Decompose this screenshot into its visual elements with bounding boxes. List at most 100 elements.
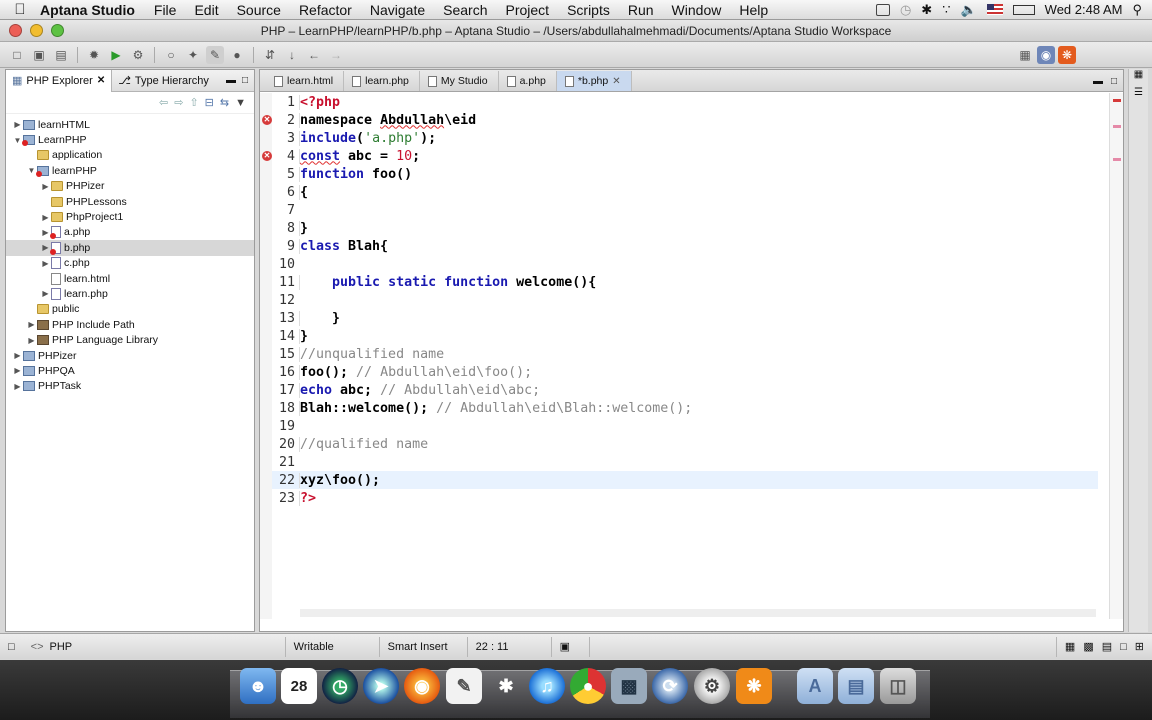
menu-window[interactable]: Window bbox=[663, 2, 731, 18]
tree-item[interactable]: ▶ PHP Include Path bbox=[6, 317, 254, 332]
wand-icon[interactable]: ✦ bbox=[184, 46, 202, 64]
chrome-icon[interactable]: ● bbox=[570, 668, 606, 704]
code-line[interactable]: 17 echo abc; // Abdullah\eid\abc; bbox=[272, 381, 1098, 399]
tree-item[interactable]: ▶ a.php bbox=[6, 225, 254, 240]
editor-tab[interactable]: learn.html bbox=[266, 71, 345, 91]
firefox-icon[interactable]: ◉ bbox=[404, 668, 440, 704]
tab-type-hierarchy[interactable]: ⎇ Type Hierarchy bbox=[112, 70, 215, 92]
php-perspective-icon[interactable]: ◉ bbox=[1037, 45, 1055, 64]
code-line[interactable]: 18 Blah::welcome(); // Abdullah\eid\Blah:… bbox=[272, 399, 1098, 417]
web-perspective-icon[interactable]: ❋ bbox=[1058, 45, 1076, 64]
aptana-icon[interactable]: ❋ bbox=[736, 668, 772, 704]
tree-item[interactable]: ▶ PHPizer bbox=[6, 348, 254, 363]
code-line[interactable]: 13 } bbox=[272, 309, 1098, 327]
time-machine-icon[interactable]: ◷ bbox=[322, 668, 358, 704]
save-icon[interactable]: ▣ bbox=[30, 46, 48, 64]
editor-tab[interactable]: learn.php bbox=[344, 71, 420, 91]
overview-ruler[interactable] bbox=[1109, 93, 1123, 619]
debug-icon[interactable]: ✹ bbox=[85, 46, 103, 64]
tree-item[interactable]: learn.html bbox=[6, 271, 254, 286]
bluetooth-exchange-icon[interactable]: ✱ bbox=[488, 668, 524, 704]
tree-item[interactable]: ▶ PHPTask bbox=[6, 379, 254, 394]
view-menu-icon[interactable]: ▼ bbox=[235, 97, 246, 109]
collapsed-twisty-icon[interactable]: ▶ bbox=[26, 320, 37, 329]
time-machine-icon[interactable]: ◷ bbox=[900, 2, 911, 18]
apple-menu-icon[interactable]:  bbox=[0, 1, 40, 18]
code-line[interactable]: 7 bbox=[272, 201, 1098, 219]
app-menu[interactable]: Aptana Studio bbox=[40, 2, 135, 18]
new-icon[interactable]: □ bbox=[8, 46, 26, 64]
collapsed-twisty-icon[interactable]: ▶ bbox=[12, 120, 23, 129]
volume-icon[interactable]: 🔈 bbox=[960, 2, 976, 18]
maximize-view-icon[interactable]: □ bbox=[242, 75, 248, 86]
menu-navigate[interactable]: Navigate bbox=[361, 2, 434, 18]
close-tab-icon[interactable]: ✕ bbox=[612, 76, 620, 87]
forward-icon[interactable]: ⇨ bbox=[174, 96, 183, 109]
code-area[interactable]: ✕ ✕ 1 <?php 2 namespace Abdullah\eid 3 include… bbox=[260, 93, 1098, 619]
error-overview-mark[interactable] bbox=[1113, 99, 1121, 102]
code-line[interactable]: 5 function foo() bbox=[272, 165, 1098, 183]
menu-scripts[interactable]: Scripts bbox=[558, 2, 619, 18]
code-line[interactable]: 1 <?php bbox=[272, 93, 1098, 111]
tree-item[interactable]: application bbox=[6, 148, 254, 163]
tree-item[interactable]: ▼ learnPHP bbox=[6, 163, 254, 178]
trim-icon[interactable]: ▤ bbox=[1102, 640, 1112, 653]
menu-project[interactable]: Project bbox=[496, 2, 558, 18]
applications-folder-icon[interactable]: A bbox=[797, 668, 833, 704]
collapse-all-icon[interactable]: ⊟ bbox=[205, 96, 214, 109]
editor-tab[interactable]: *b.php ✕ bbox=[556, 71, 632, 91]
trim-icon[interactable]: ▦ bbox=[1065, 640, 1075, 653]
wifi-icon[interactable]: ∵ bbox=[942, 2, 950, 18]
code-line[interactable]: 2 namespace Abdullah\eid bbox=[272, 111, 1098, 129]
input-source-flag-icon[interactable] bbox=[986, 4, 1003, 15]
menu-file[interactable]: File bbox=[145, 2, 186, 18]
menu-run[interactable]: Run bbox=[619, 2, 663, 18]
open-type-icon[interactable]: ○ bbox=[162, 46, 180, 64]
collapsed-twisty-icon[interactable]: ▶ bbox=[40, 289, 51, 298]
system-utility-icon[interactable]: ⚙ bbox=[694, 668, 730, 704]
collapsed-twisty-icon[interactable]: ▶ bbox=[40, 213, 51, 222]
code-line[interactable]: 4 const abc = 10; bbox=[272, 147, 1098, 165]
menu-help[interactable]: Help bbox=[730, 2, 777, 18]
tree-item[interactable]: ▶ PhpProject1 bbox=[6, 209, 254, 224]
trash-icon[interactable]: ◫ bbox=[880, 668, 916, 704]
safari-icon[interactable]: ➤ bbox=[363, 668, 399, 704]
code-line[interactable]: 20 //qualified name bbox=[272, 435, 1098, 453]
globe-icon[interactable]: ● bbox=[228, 46, 246, 64]
forward-icon[interactable]: → bbox=[327, 46, 345, 64]
code-line[interactable]: 8} bbox=[272, 219, 1098, 237]
preview-icon[interactable]: ▩ bbox=[611, 668, 647, 704]
code-line[interactable]: 22 xyz\foo(); bbox=[272, 471, 1098, 489]
tree-item[interactable]: ▶ PHPQA bbox=[6, 363, 254, 378]
close-window-button[interactable] bbox=[9, 24, 22, 37]
code-line[interactable]: 19 bbox=[272, 417, 1098, 435]
maximize-editor-icon[interactable]: □ bbox=[1111, 76, 1117, 87]
collapsed-twisty-icon[interactable]: ▶ bbox=[12, 382, 23, 391]
minimize-window-button[interactable] bbox=[30, 24, 43, 37]
collapsed-twisty-icon[interactable]: ▶ bbox=[12, 366, 23, 375]
toggle-mark-icon[interactable]: ✎ bbox=[206, 45, 224, 64]
back-icon[interactable]: ⇦ bbox=[159, 96, 168, 109]
collapsed-twisty-icon[interactable]: ▶ bbox=[40, 182, 51, 191]
menu-source[interactable]: Source bbox=[228, 2, 290, 18]
code-line[interactable]: 15 //unqualified name bbox=[272, 345, 1098, 363]
code-line[interactable]: 14} bbox=[272, 327, 1098, 345]
menu-refactor[interactable]: Refactor bbox=[290, 2, 361, 18]
tree-item[interactable]: ▶ PHP Language Library bbox=[6, 332, 254, 347]
textedit-icon[interactable]: ✎ bbox=[446, 668, 482, 704]
tree-item[interactable]: ▶ b.php bbox=[6, 240, 254, 256]
migration-icon[interactable]: ⟳ bbox=[652, 668, 688, 704]
collapsed-twisty-icon[interactable]: ▶ bbox=[12, 351, 23, 360]
bluetooth-icon[interactable]: ✱ bbox=[921, 2, 932, 18]
code-line[interactable]: 23 ?> bbox=[272, 489, 1098, 507]
battery-icon[interactable] bbox=[1012, 4, 1035, 15]
code-line[interactable]: 10 bbox=[272, 255, 1098, 273]
back-icon[interactable]: ← bbox=[305, 46, 323, 64]
minimize-view-icon[interactable]: ▬ bbox=[226, 75, 236, 86]
trim-icon[interactable]: ▩ bbox=[1083, 640, 1093, 653]
tab-php-explorer[interactable]: ▦ PHP Explorer ✕ bbox=[6, 69, 113, 92]
editor-tab[interactable]: a.php bbox=[499, 71, 557, 91]
close-tab-icon[interactable]: ✕ bbox=[97, 75, 105, 86]
trim-icon[interactable]: □ bbox=[1120, 641, 1127, 653]
tree-item[interactable]: ▶ learn.php bbox=[6, 286, 254, 301]
